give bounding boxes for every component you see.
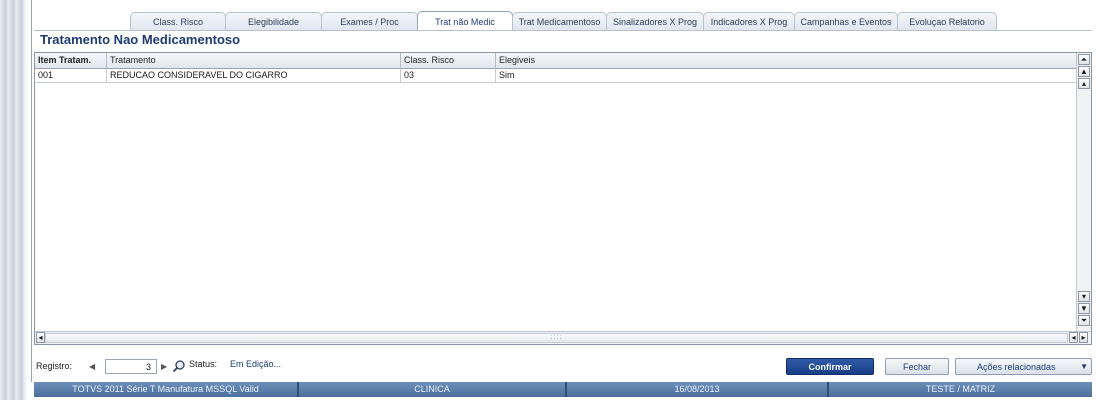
column-header-class-risco[interactable]: Class. Risco <box>401 53 496 69</box>
close-button[interactable]: Fechar <box>885 358 949 375</box>
status-bar: TOTVS 2011 Série T Manufatura MSSQL Vali… <box>34 382 1092 397</box>
vertical-scrollbar[interactable]: ⏶ ▲ ▴ ▾ ▼ ⏷ <box>1076 53 1091 332</box>
record-toolbar: Registro: ◀ 3 ▶ Status: Em Edição... Con… <box>34 356 1092 378</box>
status-system: TOTVS 2011 Série T Manufatura MSSQL Vali… <box>34 382 299 397</box>
table-row[interactable]: 001 REDUCAO CONSIDERAVEL DO CIGARRO 03 S… <box>35 69 1076 83</box>
cell-item: 001 <box>35 69 107 82</box>
status-date: 16/08/2013 <box>567 382 829 397</box>
tab-indicadores-x-prog[interactable]: Indicadores X Prog <box>703 12 795 31</box>
tab-sinalizadores-x-prog[interactable]: Sinalizadores X Prog <box>606 12 704 31</box>
tab-exames-proc[interactable]: Exames / Proc <box>321 12 418 31</box>
scroll-page-down-icon[interactable]: ▼ <box>1078 303 1090 314</box>
confirm-button[interactable]: Confirmar <box>786 358 874 375</box>
cell-class-risco: 03 <box>401 69 496 82</box>
horizontal-scroll-thumb[interactable]: :::: <box>45 333 1068 343</box>
folder-tabs: Class. Risco Elegibilidade Exames / Proc… <box>130 11 997 31</box>
scroll-first-icon[interactable]: ⏶ <box>1078 54 1090 65</box>
tab-trat-medicamentoso[interactable]: Trat Medicamentoso <box>512 12 607 31</box>
related-actions-label: Ações relacionadas <box>977 361 1056 372</box>
horizontal-scrollbar[interactable]: ◂ :::: ◂ ▸ <box>35 331 1091 344</box>
cell-tratamento: REDUCAO CONSIDERAVEL DO CIGARRO <box>107 69 401 82</box>
tab-campanhas-e-eventos[interactable]: Campanhas e Eventos <box>794 12 898 31</box>
scroll-left-end-icon[interactable]: ◂ <box>1069 332 1078 343</box>
tab-class-risco[interactable]: Class. Risco <box>130 12 226 31</box>
status-module: CLINICA <box>299 382 567 397</box>
tab-panel-border <box>34 30 1092 31</box>
section-title: Tratamento Nao Medicamentoso <box>40 32 241 47</box>
scroll-down-icon[interactable]: ▾ <box>1078 291 1090 302</box>
scroll-left-icon[interactable]: ◂ <box>36 332 45 343</box>
search-icon[interactable] <box>172 359 186 373</box>
status-company: TESTE / MATRIZ <box>925 384 996 394</box>
tab-evolucao-relatorio[interactable]: Evoluçao Relatorio <box>897 12 997 31</box>
scroll-last-icon[interactable]: ⏷ <box>1078 315 1090 326</box>
scroll-page-up-icon[interactable]: ▲ <box>1078 66 1090 77</box>
status-value: Em Edição... <box>230 359 282 369</box>
next-record-icon[interactable]: ▶ <box>161 362 167 371</box>
registro-label: Registro: <box>36 361 73 371</box>
window-left-border <box>0 0 28 400</box>
previous-record-icon[interactable]: ◀ <box>89 362 95 371</box>
column-header-tratamento[interactable]: Tratamento <box>107 53 401 69</box>
status-label: Status: <box>189 359 218 369</box>
registro-input[interactable]: 3 <box>105 359 157 374</box>
dropdown-arrow-icon: ▼ <box>1080 362 1088 371</box>
tab-trat-nao-medic[interactable]: Trat não Medic <box>417 11 513 31</box>
treatment-grid[interactable]: Item Tratam. Tratamento Class. Risco Ele… <box>34 52 1092 345</box>
tab-elegibilidade[interactable]: Elegibilidade <box>225 12 322 31</box>
related-actions-button[interactable]: Ações relacionadas ▼ <box>955 358 1092 375</box>
scroll-right-icon[interactable]: ▸ <box>1079 332 1088 343</box>
column-header-elegiveis[interactable]: Elegiveis <box>496 53 1076 69</box>
cell-elegiveis: Sim <box>499 70 515 80</box>
column-header-item[interactable]: Item Tratam. <box>35 53 107 69</box>
grid-header: Item Tratam. Tratamento Class. Risco Ele… <box>35 53 1076 69</box>
scroll-up-icon[interactable]: ▴ <box>1078 78 1090 89</box>
frame-divider <box>31 0 32 382</box>
